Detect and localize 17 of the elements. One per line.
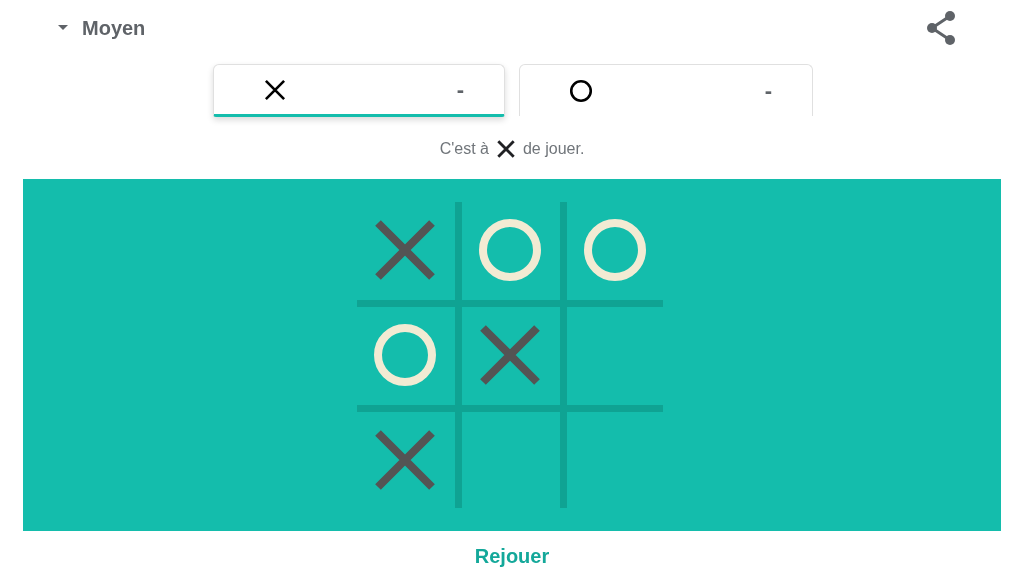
player-score-tab[interactable]: - bbox=[213, 64, 505, 117]
circle-icon bbox=[568, 77, 594, 104]
x-mark[interactable] bbox=[374, 429, 436, 491]
circle-mark[interactable] bbox=[374, 324, 436, 386]
x-mark[interactable] bbox=[374, 219, 436, 281]
score-text: - bbox=[764, 77, 772, 105]
x-icon bbox=[494, 138, 517, 160]
status-text: C'est à bbox=[439, 139, 489, 159]
status-text: de jouer. bbox=[522, 139, 585, 159]
x-mark[interactable] bbox=[479, 324, 541, 386]
player-score-tab[interactable]: - bbox=[519, 64, 813, 116]
score-text: - bbox=[456, 76, 464, 104]
share-icon[interactable] bbox=[926, 11, 956, 45]
circle-mark[interactable] bbox=[584, 219, 646, 281]
circle-mark[interactable] bbox=[479, 219, 541, 281]
dropdown-caret-icon[interactable] bbox=[58, 25, 68, 31]
difficulty-label[interactable]: Moyen bbox=[82, 13, 146, 43]
